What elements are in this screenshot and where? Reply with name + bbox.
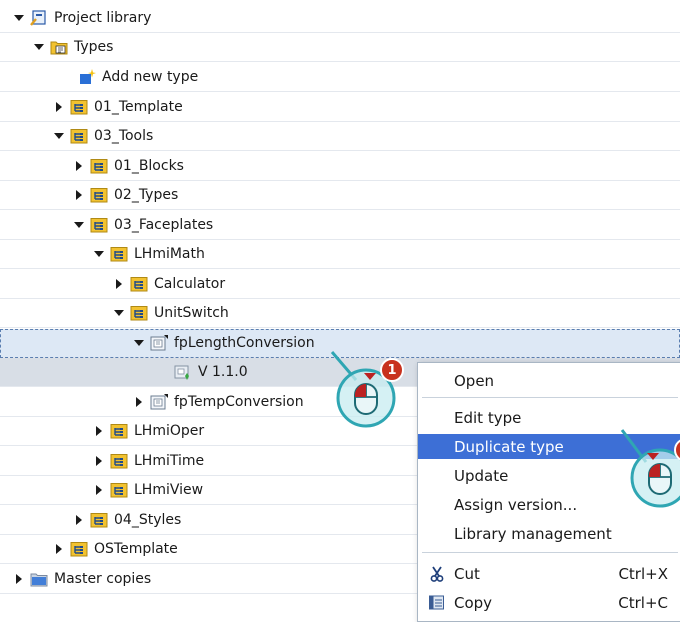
tree-item-label: 02_Types [114, 187, 179, 203]
tree-item-label: 03_Faceplates [114, 217, 214, 233]
menu-item-cut[interactable]: Cut Ctrl+X [418, 561, 680, 586]
expand-down-arrow-icon[interactable] [34, 42, 44, 52]
version-icon [174, 364, 192, 380]
tree-item[interactable]: 03_Tools [0, 122, 680, 151]
expand-down-arrow-icon[interactable] [74, 220, 84, 230]
add-new-type-icon [78, 69, 96, 85]
type-folder-icon [70, 99, 88, 115]
collapsed-arrow-icon[interactable] [74, 161, 84, 171]
menu-item-label: Edit type [454, 408, 522, 427]
collapsed-arrow-icon[interactable] [54, 544, 64, 554]
faceplate-type-icon [150, 335, 168, 351]
tree-item-label: LHmiView [134, 482, 204, 498]
type-folder-icon [110, 453, 128, 469]
copy-icon [428, 594, 446, 612]
type-folder-icon [90, 187, 108, 203]
tree-item[interactable]: Types [0, 33, 680, 62]
collapsed-arrow-icon[interactable] [94, 456, 104, 466]
tree-item-label: OSTemplate [94, 541, 178, 557]
mouse-click-callout: 2 [600, 420, 680, 520]
master-copies-folder-icon [30, 571, 48, 587]
menu-separator [422, 397, 678, 398]
expand-down-arrow-icon[interactable] [54, 131, 64, 141]
collapsed-arrow-icon[interactable] [114, 279, 124, 289]
type-folder-icon [110, 246, 128, 262]
menu-item-shortcut: Ctrl+C [618, 593, 668, 612]
tree-item-label: fpLengthConversion [174, 335, 315, 351]
tree-item[interactable]: Project library [0, 4, 680, 33]
tree-item-label: 01_Template [94, 99, 183, 115]
tree-item-label: Types [74, 39, 114, 55]
tree-item-label: LHmiMath [134, 246, 205, 262]
step-badge-1: 1 [380, 358, 404, 382]
tree-item-label: Calculator [154, 276, 226, 292]
type-folder-icon [70, 128, 88, 144]
tree-item[interactable]: 01_Template [0, 93, 680, 122]
collapsed-arrow-icon[interactable] [94, 426, 104, 436]
expand-down-arrow-icon[interactable] [94, 249, 104, 259]
tree-item[interactable]: 01_Blocks [0, 152, 680, 181]
menu-item-label: Duplicate type [454, 437, 564, 456]
collapsed-arrow-icon[interactable] [134, 397, 144, 407]
collapsed-arrow-icon[interactable] [94, 485, 104, 495]
type-folder-icon [90, 158, 108, 174]
tree-item-label: LHmiOper [134, 423, 205, 439]
tree-item[interactable]: Calculator [0, 270, 680, 299]
type-folder-icon [90, 512, 108, 528]
expand-down-arrow-icon[interactable] [114, 308, 124, 318]
menu-item-label: Open [454, 371, 495, 390]
type-folder-icon [110, 482, 128, 498]
collapsed-arrow-icon[interactable] [74, 515, 84, 525]
menu-item-label: Assign version... [454, 495, 578, 514]
menu-item-open[interactable]: Open [418, 368, 680, 393]
menu-item-label: Copy [454, 593, 493, 612]
type-folder-icon [110, 423, 128, 439]
tree-item-label: UnitSwitch [154, 305, 229, 321]
tree-item-label: V 1.1.0 [198, 364, 248, 380]
tree-item-label: 01_Blocks [114, 158, 184, 174]
project-library-icon [30, 10, 48, 26]
tree-item-label: LHmiTime [134, 453, 205, 469]
tree-item-label: fpTempConversion [174, 394, 304, 410]
menu-item-library-management[interactable]: Library management [418, 521, 680, 546]
menu-item-label: Library management [454, 524, 612, 543]
types-folder-icon [50, 39, 68, 55]
menu-item-label: Cut [454, 564, 480, 583]
faceplate-type-icon [150, 394, 168, 410]
tree-item-label: 03_Tools [94, 128, 154, 144]
tree-item-label: Master copies [54, 571, 152, 587]
mouse-click-callout: 1 [326, 350, 416, 440]
type-folder-icon [130, 305, 148, 321]
expand-down-arrow-icon[interactable] [14, 13, 24, 23]
collapsed-arrow-icon[interactable] [54, 102, 64, 112]
tree-item-label: Project library [54, 10, 152, 26]
collapsed-arrow-icon[interactable] [14, 574, 24, 584]
tree-item[interactable]: 03_Faceplates [0, 211, 680, 240]
tree-item-label: 04_Styles [114, 512, 182, 528]
menu-item-label: Update [454, 466, 509, 485]
expand-down-arrow-icon[interactable] [134, 338, 144, 348]
menu-item-shortcut: Ctrl+X [618, 564, 668, 583]
tree-item[interactable]: Add new type [0, 63, 680, 92]
collapsed-arrow-icon[interactable] [74, 190, 84, 200]
scissors-icon [428, 565, 446, 583]
tree-item[interactable]: LHmiMath [0, 240, 680, 269]
tree-item[interactable]: 02_Types [0, 181, 680, 210]
tree-item-label: Add new type [102, 69, 199, 85]
menu-separator [422, 552, 678, 553]
menu-item-copy[interactable]: Copy Ctrl+C [418, 590, 680, 615]
type-folder-icon [70, 541, 88, 557]
type-folder-icon [90, 217, 108, 233]
type-folder-icon [130, 276, 148, 292]
tree-item[interactable]: UnitSwitch [0, 299, 680, 328]
